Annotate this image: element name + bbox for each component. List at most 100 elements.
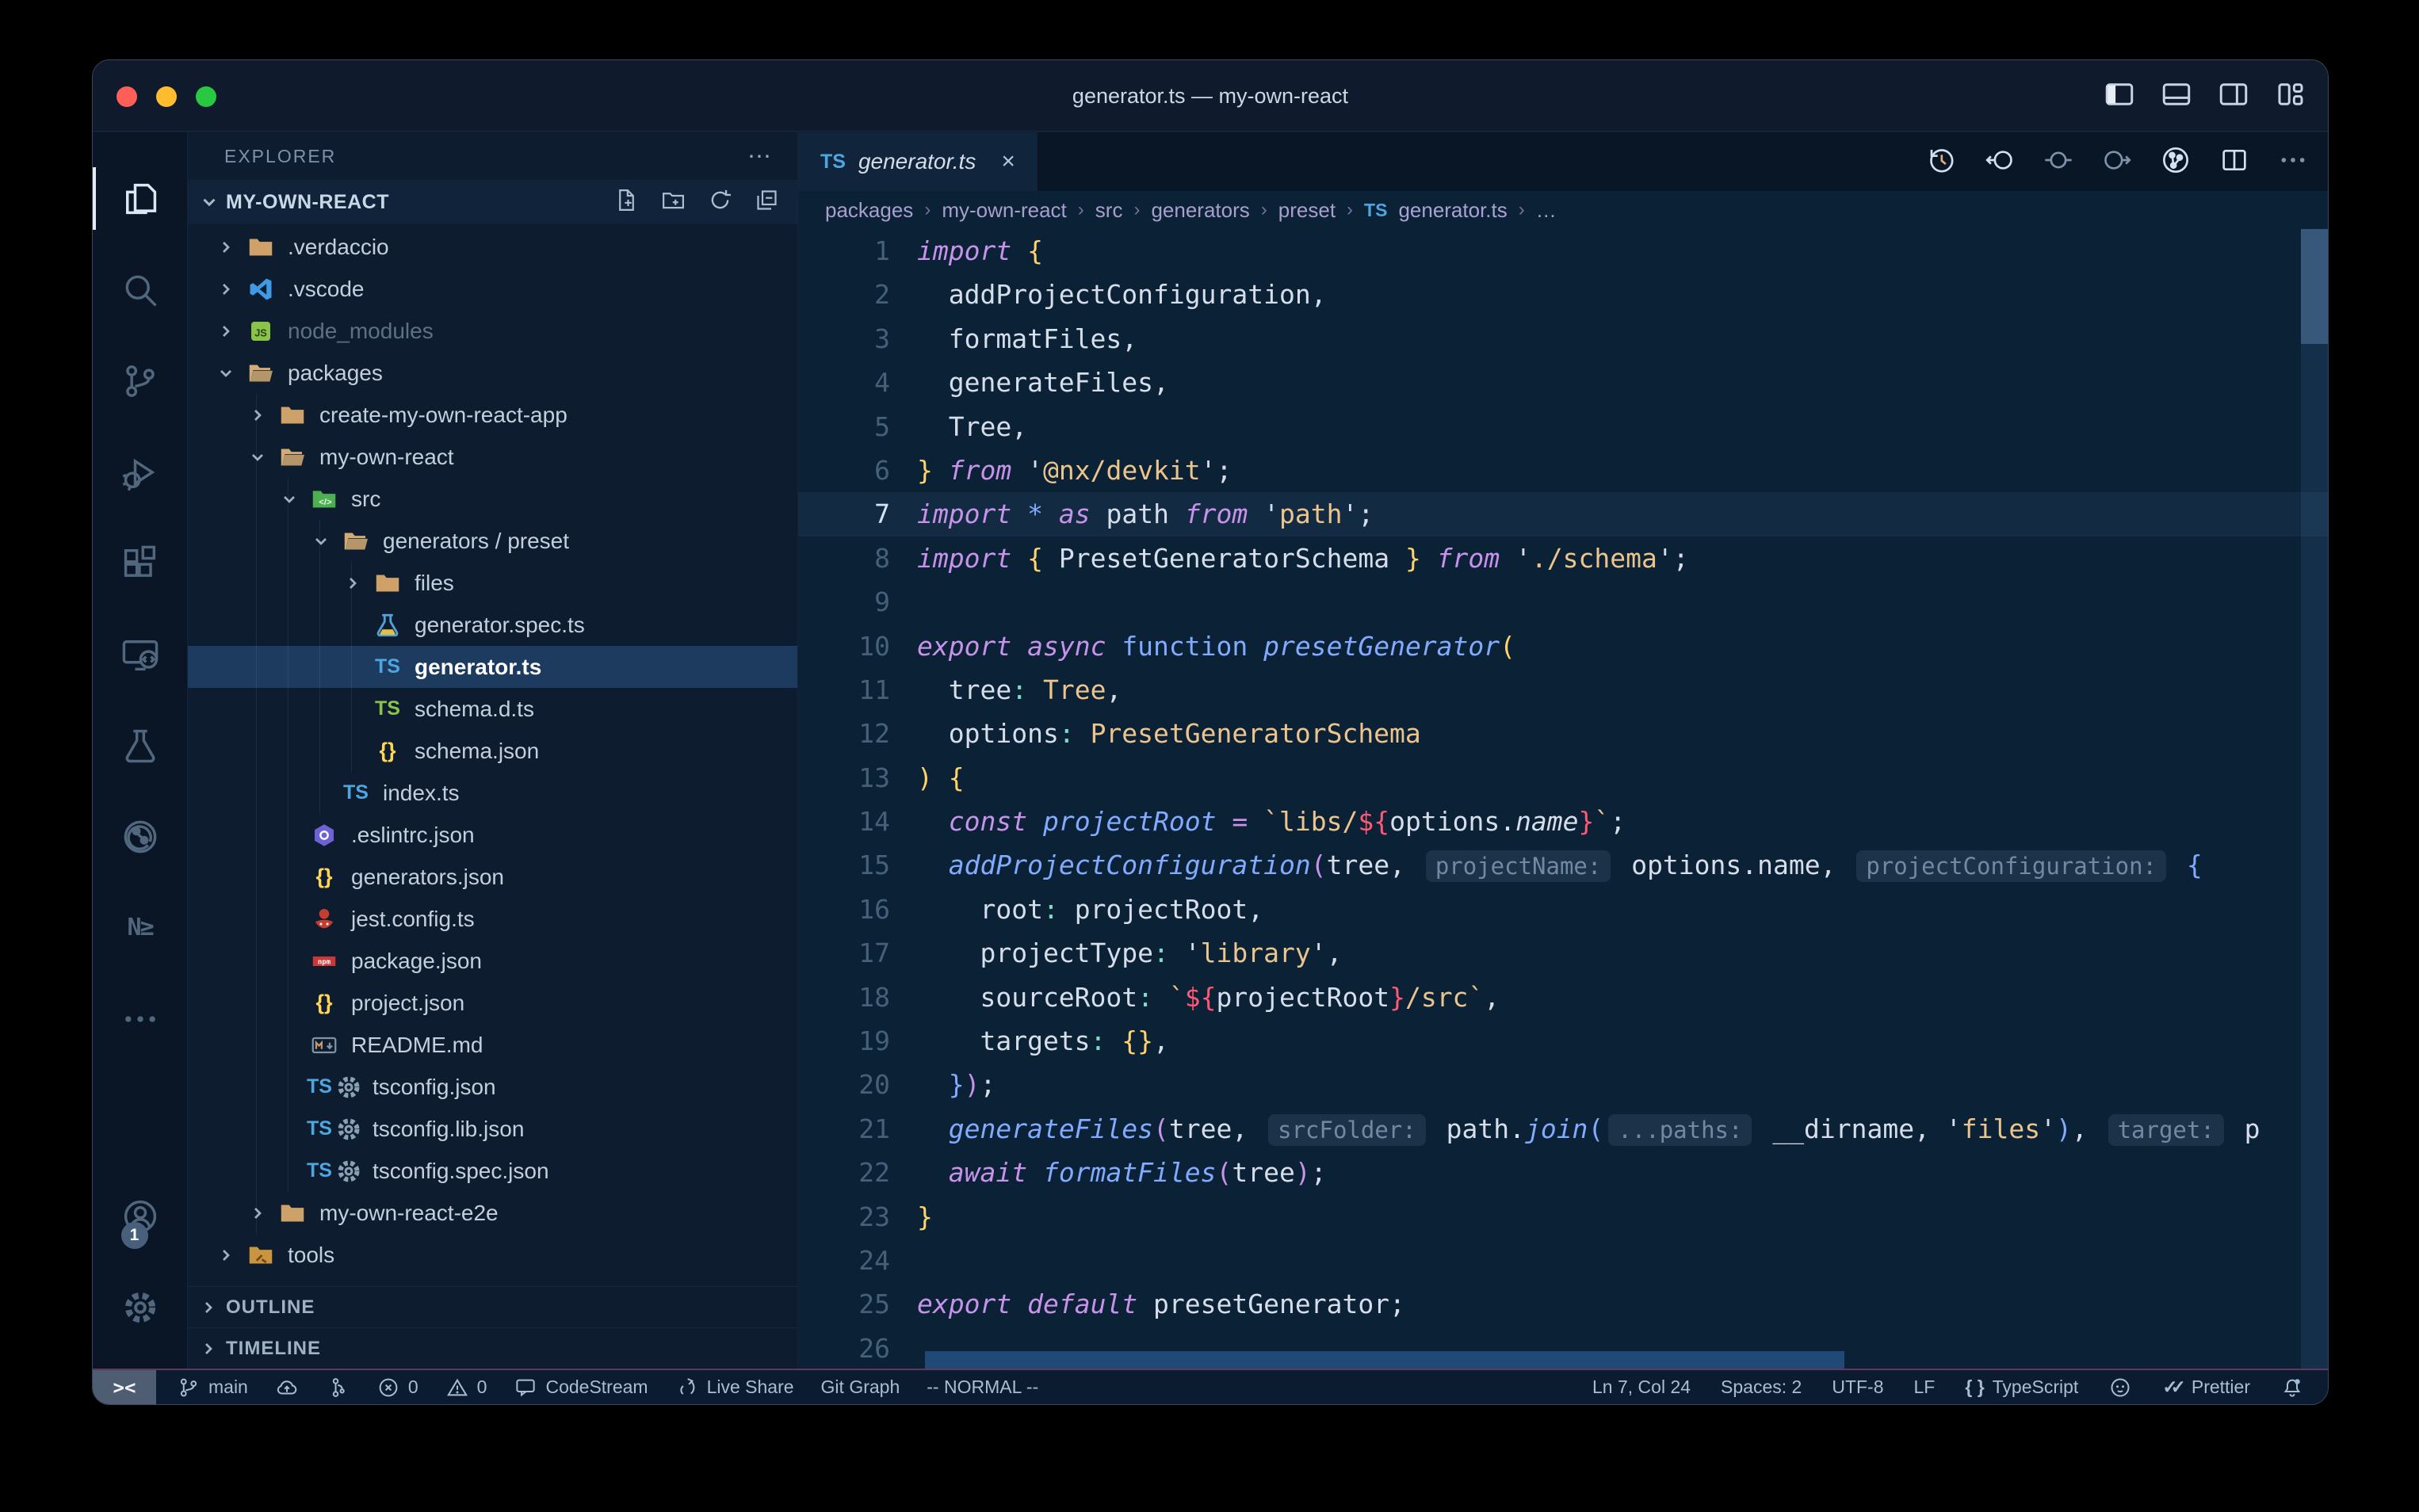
tree-item[interactable]: generators / preset xyxy=(188,520,797,562)
breadcrumb-file[interactable]: generator.ts xyxy=(1398,198,1507,223)
account-icon[interactable]: 1 xyxy=(120,1170,161,1262)
tree-item[interactable]: TStsconfig.spec.json xyxy=(188,1150,797,1192)
tree-item[interactable]: {}project.json xyxy=(188,982,797,1024)
tree-item[interactable]: TStsconfig.lib.json xyxy=(188,1108,797,1150)
explorer-more-icon[interactable]: ⋯ xyxy=(747,143,774,170)
line-number: 3 xyxy=(798,317,917,361)
status-language-mode[interactable]: { }TypeScript xyxy=(1965,1376,2078,1398)
next-change-icon[interactable] xyxy=(2101,144,2133,180)
tree-item[interactable]: tools xyxy=(188,1234,797,1276)
status-indentation[interactable]: Spaces: 2 xyxy=(1721,1376,1802,1398)
tree-item[interactable]: .vscode xyxy=(188,268,797,310)
status-prettier[interactable]: ✓✓Prettier xyxy=(2162,1376,2250,1398)
breadcrumb-item[interactable]: my-own-react xyxy=(942,198,1066,223)
more-views-icon[interactable] xyxy=(93,973,187,1064)
previous-change-icon[interactable] xyxy=(2043,144,2074,180)
status-git-graph[interactable]: Git Graph xyxy=(821,1376,900,1398)
remote-explorer-icon[interactable] xyxy=(93,609,187,700)
close-tab-icon[interactable]: × xyxy=(1001,148,1015,175)
status-live-share[interactable]: Live Share xyxy=(675,1376,794,1399)
folder-file-icon xyxy=(275,399,310,431)
status-git-branch[interactable]: main xyxy=(177,1376,248,1399)
navigate-back-icon[interactable] xyxy=(1984,144,2016,180)
breadcrumb-item[interactable]: generators xyxy=(1151,198,1249,223)
timeline-history-icon[interactable] xyxy=(1925,144,1957,180)
toggle-secondary-sidebar-icon[interactable] xyxy=(2217,78,2250,115)
source-control-icon[interactable] xyxy=(93,335,187,426)
collapse-folders-icon[interactable] xyxy=(754,187,780,217)
toggle-panel-icon[interactable] xyxy=(2160,78,2193,115)
tree-item-label: generators / preset xyxy=(383,529,569,554)
run-and-debug-icon[interactable] xyxy=(93,426,187,517)
explorer-icon[interactable] xyxy=(93,153,187,244)
extensions-icon[interactable] xyxy=(93,517,187,609)
tree-item[interactable]: TStsconfig.json xyxy=(188,1066,797,1108)
breadcrumb-symbol[interactable]: … xyxy=(1536,198,1557,223)
tree-item[interactable]: jest.config.ts xyxy=(188,898,797,940)
folder-file-icon xyxy=(243,231,278,263)
tree-item[interactable]: TSindex.ts xyxy=(188,772,797,814)
breadcrumb-item[interactable]: src xyxy=(1095,198,1123,223)
breadcrumb-item[interactable]: packages xyxy=(825,198,913,223)
status-cursor-position[interactable]: Ln 7, Col 24 xyxy=(1592,1376,1691,1398)
tree-item[interactable]: {}generators.json xyxy=(188,856,797,898)
status-gitlens-commits[interactable] xyxy=(326,1376,350,1399)
timeline-section[interactable]: TIMELINE xyxy=(188,1327,797,1369)
status-errors[interactable]: 0 xyxy=(376,1376,418,1399)
toggle-sidebar-icon[interactable] xyxy=(2103,78,2136,115)
testing-icon[interactable] xyxy=(93,700,187,791)
ts-file-icon: TS xyxy=(338,777,373,809)
tree-item-label: tsconfig.lib.json xyxy=(373,1117,524,1142)
vertical-scrollbar[interactable] xyxy=(2301,229,2328,1369)
status-notifications[interactable] xyxy=(2280,1376,2304,1399)
workspace-section-header[interactable]: MY-OWN-REACT xyxy=(188,180,797,224)
tree-item[interactable]: .verdaccio xyxy=(188,226,797,268)
tree-item[interactable]: generator.spec.ts xyxy=(188,604,797,646)
jest-file-icon xyxy=(307,903,342,935)
status-codestream[interactable]: CodeStream xyxy=(514,1376,648,1399)
tree-item[interactable]: .eslintrc.json xyxy=(188,814,797,856)
line-number: 14 xyxy=(798,800,917,843)
tree-item[interactable]: JSnode_modules xyxy=(188,310,797,352)
tree-item[interactable]: files xyxy=(188,562,797,604)
tree-item[interactable]: {}schema.json xyxy=(188,730,797,772)
horizontal-scrollbar[interactable] xyxy=(925,1351,1844,1369)
gitlens-icon[interactable] xyxy=(93,791,187,882)
more-actions-icon[interactable] xyxy=(2277,144,2309,180)
line-number: 1 xyxy=(798,229,917,273)
tree-item[interactable]: my-own-react xyxy=(188,436,797,478)
customize-layout-icon[interactable] xyxy=(2274,78,2307,115)
status-warnings[interactable]: 0 xyxy=(445,1376,487,1399)
tree-item[interactable]: npmpackage.json xyxy=(188,940,797,982)
nx-console-icon[interactable]: N≥ xyxy=(93,882,187,973)
status-eol[interactable]: LF xyxy=(1914,1376,1936,1398)
remote-indicator[interactable]: >< xyxy=(93,1370,156,1404)
tree-item[interactable]: </>src xyxy=(188,478,797,520)
status-publish[interactable] xyxy=(275,1376,299,1399)
vertical-scrollbar-thumb[interactable] xyxy=(2301,229,2328,344)
code-line: 6} from '@nx/devkit'; xyxy=(798,449,2328,492)
breadcrumb-item[interactable]: preset xyxy=(1278,198,1336,223)
tab-generator-ts[interactable]: TS generator.ts × xyxy=(798,132,1038,191)
tree-item[interactable]: packages xyxy=(188,352,797,394)
new-folder-icon[interactable] xyxy=(660,187,686,217)
settings-gear-icon[interactable] xyxy=(120,1262,161,1353)
git-graph-icon[interactable] xyxy=(2160,144,2192,180)
tree-item[interactable]: my-own-react-e2e xyxy=(188,1192,797,1234)
tree-item[interactable]: create-my-own-react-app xyxy=(188,394,797,436)
tree-item[interactable]: TSschema.d.ts xyxy=(188,688,797,730)
refresh-icon[interactable] xyxy=(707,187,733,217)
search-icon[interactable] xyxy=(93,244,187,335)
code-editor[interactable]: 1import {2 addProjectConfiguration,3 for… xyxy=(798,229,2328,1369)
code-line: 10export async function presetGenerator( xyxy=(798,624,2328,668)
tree-item[interactable]: README.md xyxy=(188,1024,797,1066)
status-vim-mode[interactable]: -- NORMAL -- xyxy=(927,1376,1038,1398)
tree-item-label: project.json xyxy=(351,991,464,1016)
json-file-icon: {} xyxy=(370,735,405,767)
tree-item[interactable]: TSgenerator.ts xyxy=(188,646,797,688)
new-file-icon[interactable] xyxy=(613,187,640,217)
status-encoding[interactable]: UTF-8 xyxy=(1832,1376,1883,1398)
status-github[interactable] xyxy=(2108,1376,2132,1399)
split-editor-icon[interactable] xyxy=(2218,144,2250,180)
outline-section[interactable]: OUTLINE xyxy=(188,1286,797,1327)
